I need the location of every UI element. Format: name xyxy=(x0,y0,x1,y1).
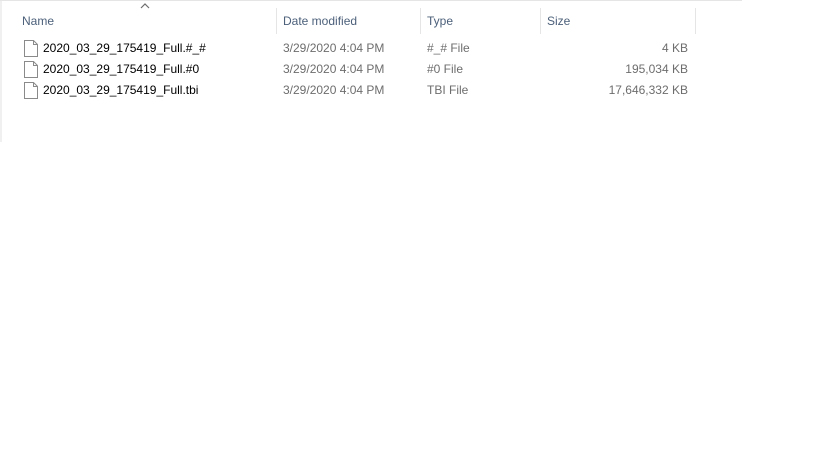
file-name: 2020_03_29_175419_Full.#_# xyxy=(43,41,206,55)
column-divider[interactable] xyxy=(540,8,541,34)
column-header-type[interactable]: Type xyxy=(427,8,537,34)
column-divider[interactable] xyxy=(695,8,696,34)
file-date-modified: 3/29/2020 4:04 PM xyxy=(283,41,385,55)
column-divider[interactable] xyxy=(420,8,421,34)
file-size: 4 KB xyxy=(661,41,688,55)
file-name: 2020_03_29_175419_Full.#0 xyxy=(43,62,200,76)
column-header-bar: Name Date modified Type Size xyxy=(0,0,834,38)
generic-file-icon xyxy=(24,61,38,78)
column-header-date-modified[interactable]: Date modified xyxy=(283,8,417,34)
file-name: 2020_03_29_175419_Full.tbi xyxy=(43,83,199,97)
file-row[interactable]: 2020_03_29_175419_Full.#0 3/29/2020 4:04… xyxy=(20,59,694,80)
file-row[interactable]: 2020_03_29_175419_Full.#_# 3/29/2020 4:0… xyxy=(20,38,694,59)
file-date-modified: 3/29/2020 4:04 PM xyxy=(283,83,385,97)
file-explorer-details-view: Name Date modified Type Size 2020_03_29_… xyxy=(0,0,834,460)
file-size: 17,646,332 KB xyxy=(608,83,688,97)
column-header-size[interactable]: Size xyxy=(547,8,691,34)
header-top-rule xyxy=(0,0,742,1)
generic-file-icon xyxy=(24,82,38,99)
file-size: 195,034 KB xyxy=(625,62,688,76)
file-type: #_# File xyxy=(427,41,470,55)
column-header-name[interactable]: Name xyxy=(22,8,274,34)
generic-file-icon xyxy=(24,40,38,57)
file-row[interactable]: 2020_03_29_175419_Full.tbi 3/29/2020 4:0… xyxy=(20,80,694,101)
file-date-modified: 3/29/2020 4:04 PM xyxy=(283,62,385,76)
file-type: #0 File xyxy=(427,62,464,76)
file-type: TBI File xyxy=(427,83,469,97)
column-divider[interactable] xyxy=(276,8,277,34)
